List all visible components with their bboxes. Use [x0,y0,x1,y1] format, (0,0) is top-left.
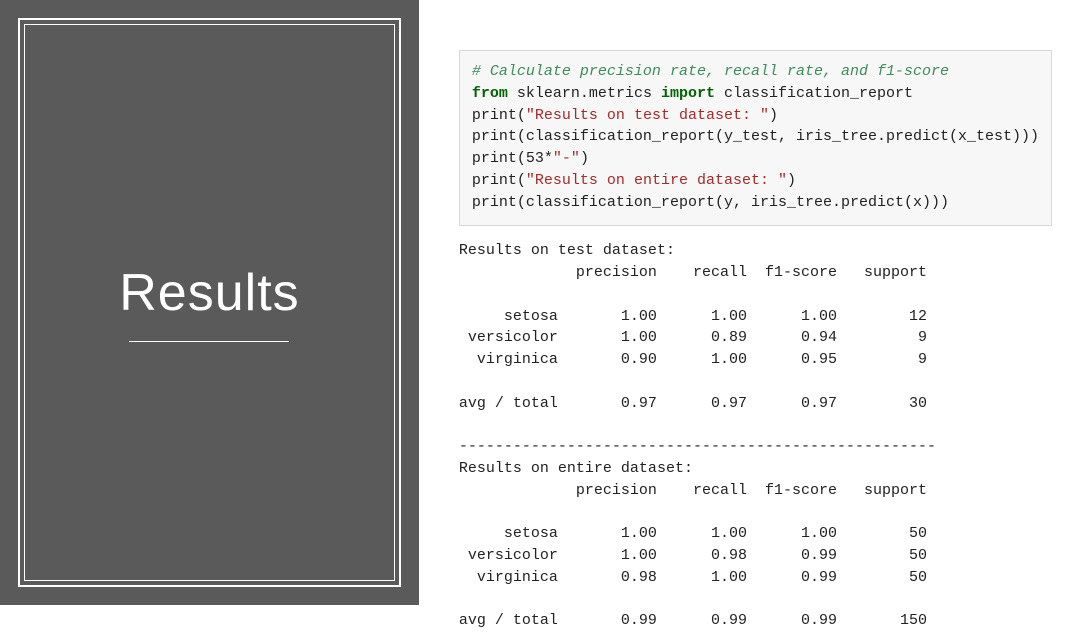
slide-title: Results [119,263,299,323]
output-line: avg / total 0.97 0.97 0.97 30 [459,395,927,412]
code-keyword-import: import [661,85,715,102]
output-line: setosa 1.00 1.00 1.00 12 [459,308,927,325]
code-text: print(53* [472,150,553,167]
code-keyword-from: from [472,85,508,102]
content-panel: # Calculate precision rate, recall rate,… [419,0,1080,605]
output-line: setosa 1.00 1.00 1.00 50 [459,525,927,542]
code-text: classification_report [715,85,913,102]
code-comment: # Calculate precision rate, recall rate,… [472,63,949,80]
output-line: avg / total 0.99 0.99 0.99 150 [459,612,927,629]
code-text: print( [472,172,526,189]
code-text: print( [472,107,526,124]
code-string: "Results on entire dataset: " [526,172,787,189]
title-underline [129,341,289,342]
output-line: Results on test dataset: [459,242,675,259]
output-line: versicolor 1.00 0.98 0.99 50 [459,547,927,564]
output-block: Results on test dataset: precision recal… [459,240,1052,632]
code-block: # Calculate precision rate, recall rate,… [459,50,1052,226]
output-line: precision recall f1-score support [459,482,927,499]
code-string: "-" [553,150,580,167]
output-line: versicolor 1.00 0.89 0.94 9 [459,329,927,346]
code-text: print(classification_report(y, iris_tree… [472,194,949,211]
output-line: Results on entire dataset: [459,460,693,477]
code-text: ) [580,150,589,167]
code-string: "Results on test dataset: " [526,107,769,124]
output-line: virginica 0.98 1.00 0.99 50 [459,569,927,586]
title-panel: Results [0,0,419,605]
output-line: virginica 0.90 1.00 0.95 9 [459,351,927,368]
code-text: sklearn.metrics [508,85,661,102]
code-text: print(classification_report(y_test, iris… [472,128,1039,145]
output-line: ----------------------------------------… [459,438,936,455]
code-text: ) [769,107,778,124]
code-text: ) [787,172,796,189]
title-wrap: Results [119,263,299,342]
output-line: precision recall f1-score support [459,264,927,281]
